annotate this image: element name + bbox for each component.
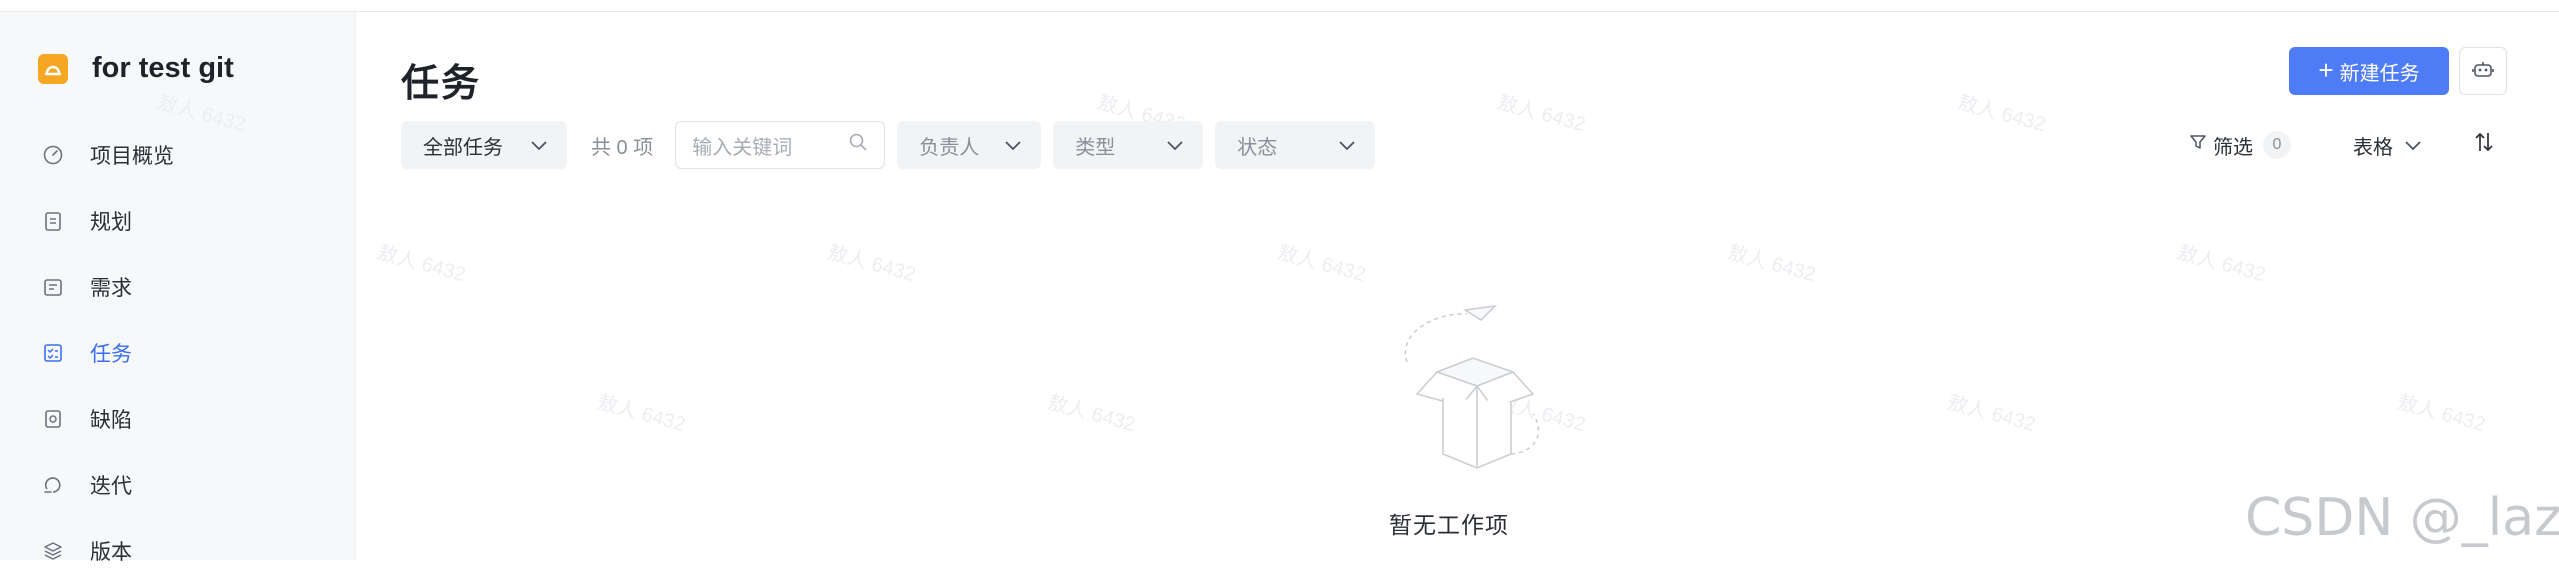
sidebar-item-requirements[interactable]: 需求 bbox=[40, 254, 174, 320]
type-select[interactable]: 类型 bbox=[1053, 121, 1204, 169]
chevron-down-icon bbox=[1167, 134, 1183, 157]
type-value: 类型 bbox=[1075, 136, 1116, 159]
requirement-icon bbox=[40, 274, 66, 300]
watermark: 敖人 6432 bbox=[2395, 391, 2488, 437]
project-name: for test git bbox=[92, 52, 234, 84]
task-icon bbox=[40, 340, 66, 366]
filter-bar: 全部任务 共 0 项 输入关键词 负责人 类型 状态 bbox=[401, 121, 1376, 169]
chevron-down-icon bbox=[2405, 134, 2421, 157]
chevron-down-icon bbox=[1339, 134, 1355, 157]
assistant-button[interactable] bbox=[2459, 47, 2507, 95]
watermark: 敖人 6432 bbox=[375, 241, 468, 287]
sidebar-item-label: 规划 bbox=[90, 211, 132, 234]
filter-label: 筛选 bbox=[2213, 136, 2253, 159]
scope-value: 全部任务 bbox=[423, 136, 503, 159]
empty-illustration bbox=[1377, 302, 1557, 487]
sidebar-item-label: 任务 bbox=[90, 343, 132, 366]
chevron-down-icon bbox=[1005, 134, 1021, 157]
watermark: 敖人 6432 bbox=[1955, 91, 2048, 137]
page-title: 任务 bbox=[401, 63, 482, 105]
watermark: 敖人 6432 bbox=[2175, 241, 2268, 287]
sidebar-item-tasks[interactable]: 任务 bbox=[40, 320, 174, 386]
watermark: 敖人 6432 bbox=[1495, 91, 1588, 137]
filter-count-badge: 0 bbox=[2263, 131, 2291, 159]
sidebar-item-iterations[interactable]: 迭代 bbox=[40, 452, 174, 518]
sidebar-item-bugs[interactable]: 缺陷 bbox=[40, 386, 174, 452]
sidebar-item-label: 迭代 bbox=[90, 475, 132, 498]
watermark: 敖人 6432 bbox=[1725, 241, 1818, 287]
search-placeholder: 输入关键词 bbox=[692, 136, 793, 159]
filter-toggle[interactable]: 筛选 0 bbox=[2189, 121, 2291, 169]
assignee-value: 负责人 bbox=[919, 136, 980, 159]
funnel-icon bbox=[2189, 133, 2207, 157]
sidebar-item-label: 版本 bbox=[90, 541, 132, 564]
new-task-button[interactable]: + 新建任务 bbox=[2289, 47, 2449, 95]
sidebar-item-label: 项目概览 bbox=[90, 145, 174, 168]
robot-icon bbox=[2471, 57, 2495, 86]
watermark: 敖人 6432 bbox=[1945, 391, 2038, 437]
item-count: 共 0 项 bbox=[591, 136, 654, 159]
status-value: 状态 bbox=[1237, 136, 1278, 159]
sidebar-item-label: 缺陷 bbox=[90, 409, 132, 432]
chevron-down-icon bbox=[531, 134, 547, 157]
status-select[interactable]: 状态 bbox=[1215, 121, 1376, 169]
gauge-icon bbox=[40, 142, 66, 168]
assignee-select[interactable]: 负责人 bbox=[897, 121, 1042, 169]
project-header[interactable]: for test git bbox=[38, 52, 234, 85]
layers-icon bbox=[40, 538, 66, 564]
bug-icon bbox=[40, 406, 66, 432]
search-input[interactable]: 输入关键词 bbox=[675, 121, 886, 169]
watermark: 敖人 6432 bbox=[1045, 391, 1138, 437]
sort-button[interactable] bbox=[2474, 121, 2494, 169]
sidebar-item-versions[interactable]: 版本 bbox=[40, 518, 174, 584]
project-logo-icon bbox=[38, 53, 68, 84]
clipboard-icon bbox=[40, 208, 66, 234]
plus-icon: + bbox=[2318, 54, 2334, 85]
top-bar bbox=[0, 0, 2559, 12]
scope-select[interactable]: 全部任务 bbox=[401, 121, 567, 169]
main-content: 敖人 6432 敖人 6432 敖人 6432 敖人 6432 敖人 6432 … bbox=[155, 12, 2559, 560]
watermark: 敖人 6432 bbox=[595, 391, 688, 437]
sidebar-item-overview[interactable]: 项目概览 bbox=[40, 122, 174, 188]
search-icon bbox=[848, 132, 868, 158]
watermark-credit: CSDN @_lazy. bbox=[2245, 488, 2559, 548]
view-select[interactable]: 表格 bbox=[2353, 121, 2421, 169]
sidebar-nav: 项目概览 规划 需求 任务 缺陷 迭代 版本 bbox=[40, 122, 174, 584]
watermark: 敖人 6432 bbox=[825, 241, 918, 287]
iteration-icon bbox=[40, 472, 66, 498]
empty-state-text: 暂无工作项 bbox=[1389, 512, 1509, 538]
watermark: 敖人 6432 bbox=[1275, 241, 1368, 287]
new-task-label: 新建任务 bbox=[2339, 62, 2420, 85]
sidebar: for test git 项目概览 规划 需求 任务 缺陷 迭代 版本 bbox=[0, 12, 356, 564]
sidebar-item-planning[interactable]: 规划 bbox=[40, 188, 174, 254]
view-label: 表格 bbox=[2353, 136, 2393, 159]
sort-icon bbox=[2474, 131, 2494, 159]
sidebar-item-label: 需求 bbox=[90, 277, 132, 300]
